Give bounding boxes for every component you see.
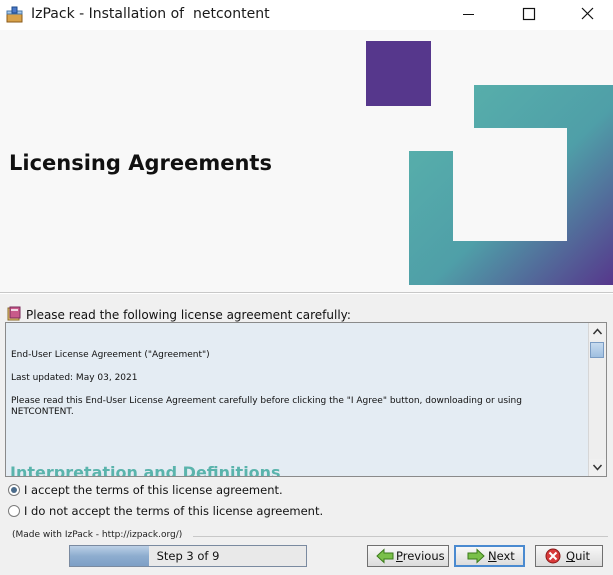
cancel-icon [545, 548, 561, 564]
quit-button-label: Quit [566, 549, 591, 563]
installer-header: Licensing Agreements [0, 30, 613, 293]
license-text: End-User License Agreement ("Agreement")… [11, 350, 586, 430]
scroll-thumb[interactable] [590, 342, 604, 358]
chevron-up-icon [592, 328, 603, 335]
page-title: Licensing Agreements [9, 151, 272, 175]
title-bar: IzPack - Installation of netcontent [0, 0, 613, 31]
header-divider [0, 292, 613, 293]
previous-button-label: Previous [396, 549, 445, 563]
maximize-button[interactable] [506, 0, 552, 30]
step-progress-bar: Step 3 of 9 [69, 545, 307, 567]
next-button[interactable]: Next [454, 545, 525, 567]
window-title: IzPack - Installation of netcontent [31, 6, 270, 22]
close-button[interactable] [565, 0, 611, 30]
license-prompt: Please read the following license agreem… [26, 308, 351, 322]
document-book-icon [7, 306, 21, 321]
vertical-scrollbar[interactable] [588, 323, 606, 476]
izpack-logo [366, 41, 613, 285]
minimize-button[interactable] [446, 0, 492, 30]
next-button-label: Next [488, 549, 515, 563]
arrow-right-icon [467, 548, 485, 564]
chevron-down-icon [592, 464, 603, 471]
close-icon [581, 7, 594, 20]
made-with-label: (Made with IzPack - http://izpack.org/) [12, 530, 183, 540]
license-text-area[interactable]: End-User License Agreement ("Agreement")… [5, 322, 607, 477]
scroll-down-button[interactable] [589, 459, 606, 476]
license-section-heading: Interpretation and Definitions [10, 463, 281, 477]
radio-button-unselected[interactable] [8, 505, 20, 517]
accept-license-label: I accept the terms of this license agree… [24, 483, 283, 497]
scroll-up-button[interactable] [589, 323, 606, 340]
license-paragraph: Please read this End-User License Agreem… [11, 396, 522, 417]
license-paragraph: Last updated: May 03, 2021 [11, 373, 138, 383]
izpack-app-icon [6, 6, 23, 23]
maximize-icon [522, 7, 536, 21]
radio-button-selected[interactable] [8, 484, 20, 496]
arrow-left-icon [376, 548, 394, 564]
footer-divider [193, 536, 608, 537]
decline-license-label: I do not accept the terms of this licens… [24, 504, 324, 518]
quit-button[interactable]: Quit [535, 545, 603, 567]
step-label: Step 3 of 9 [156, 549, 220, 563]
previous-button[interactable]: Previous [367, 545, 449, 567]
minimize-icon [463, 14, 474, 15]
license-paragraph: End-User License Agreement ("Agreement") [11, 350, 210, 360]
